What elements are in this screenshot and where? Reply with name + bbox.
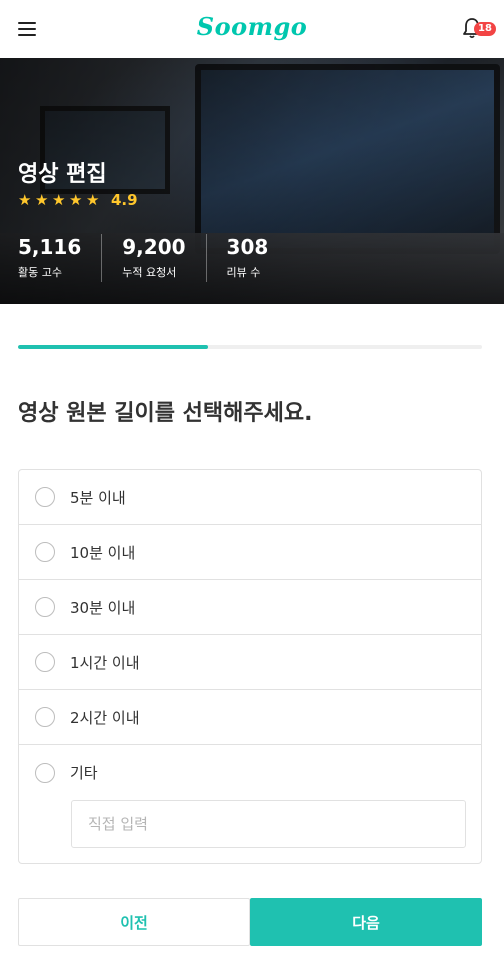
- hamburger-menu-icon[interactable]: [18, 22, 36, 36]
- other-text-input[interactable]: [71, 800, 466, 848]
- option-label: 2시간 이내: [70, 708, 140, 727]
- rating-value: 4.9: [111, 191, 138, 209]
- option-5min[interactable]: 5분 이내: [19, 470, 481, 525]
- stat-label: 누적 요청서: [122, 266, 177, 279]
- star-icon: ★: [18, 190, 32, 209]
- radio-button[interactable]: [35, 542, 55, 562]
- service-hero-banner: 영상 편집 ★ ★ ★ ★ ★ 4.9 5,116 활동 고수 9,200 누적…: [0, 58, 504, 304]
- option-other[interactable]: 기타: [19, 745, 481, 800]
- radio-button[interactable]: [35, 762, 55, 783]
- stat-value: 9,200: [122, 235, 186, 259]
- option-label: 10분 이내: [70, 543, 136, 562]
- option-30min[interactable]: 30분 이내: [19, 580, 481, 635]
- notification-button[interactable]: 18: [462, 17, 496, 41]
- top-bar: Soomgo 18: [0, 0, 504, 58]
- radio-button[interactable]: [35, 487, 55, 507]
- option-label: 30분 이내: [70, 598, 136, 617]
- service-title: 영상 편집: [18, 162, 107, 187]
- next-button[interactable]: 다음: [250, 898, 482, 946]
- option-1hour[interactable]: 1시간 이내: [19, 635, 481, 690]
- radio-button[interactable]: [35, 597, 55, 617]
- stat-label: 리뷰 수: [226, 266, 261, 279]
- progress-fill: [18, 345, 209, 349]
- stat-label: 활동 고수: [18, 266, 62, 279]
- service-stats: 5,116 활동 고수 9,200 누적 요청서 308 리뷰 수: [18, 234, 308, 282]
- stat-value: 308: [226, 235, 269, 259]
- request-progress-bar: [18, 345, 482, 349]
- radio-button[interactable]: [35, 652, 55, 672]
- star-icon: ★: [35, 190, 49, 209]
- radio-button[interactable]: [35, 707, 55, 727]
- soomgo-logo[interactable]: Soomgo: [197, 12, 308, 41]
- star-icon: ★: [52, 190, 66, 209]
- stat-total-requests: 9,200 누적 요청서: [122, 234, 207, 282]
- star-icon: ★: [69, 190, 83, 209]
- option-label: 1시간 이내: [70, 653, 140, 672]
- option-2hours[interactable]: 2시간 이내: [19, 690, 481, 745]
- stat-value: 5,116: [18, 235, 82, 259]
- option-label: 기타: [70, 764, 98, 782]
- stat-review-count: 308 리뷰 수: [227, 234, 289, 282]
- stat-active-pros: 5,116 활동 고수: [18, 234, 103, 282]
- question-title: 영상 원본 길이를 선택해주세요.: [18, 401, 313, 426]
- answer-options: 5분 이내 10분 이내 30분 이내 1시간 이내 2시간 이내 기타: [18, 469, 482, 864]
- star-icon: ★: [86, 190, 100, 209]
- notification-badge: 18: [474, 22, 496, 36]
- prev-button[interactable]: 이전: [18, 898, 250, 946]
- option-label: 5분 이내: [70, 488, 126, 507]
- service-rating: ★ ★ ★ ★ ★ 4.9: [18, 191, 138, 209]
- option-10min[interactable]: 10분 이내: [19, 525, 481, 580]
